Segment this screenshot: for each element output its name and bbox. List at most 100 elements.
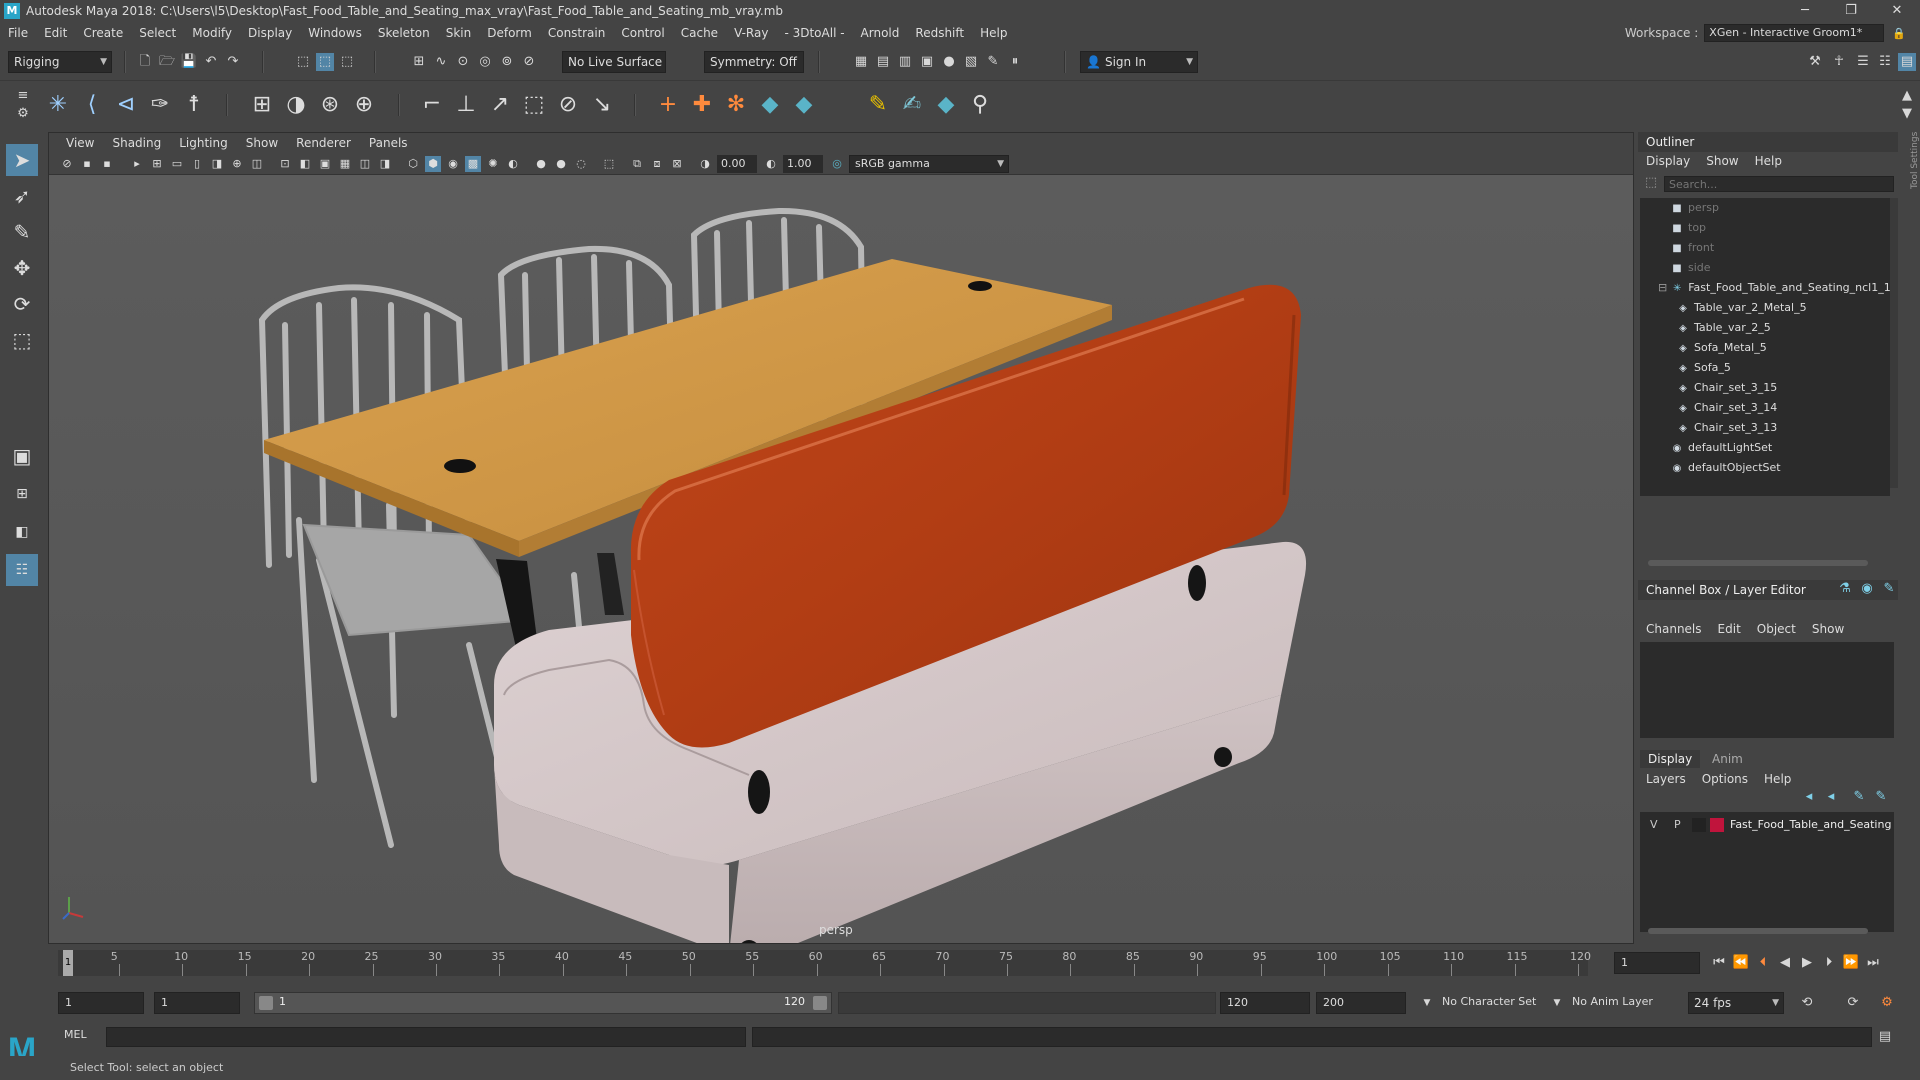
layer-reference-toggle[interactable] — [1692, 818, 1706, 832]
current-frame-marker[interactable]: 1 — [63, 950, 73, 976]
outliner-scrollbar[interactable] — [1890, 198, 1898, 488]
layer-menu-help[interactable]: Help — [1756, 772, 1799, 786]
character-icon[interactable]: ◆ — [790, 90, 818, 120]
menu-select[interactable]: Select — [131, 26, 184, 40]
shelf-scroll-up-icon[interactable]: ▲ — [1898, 87, 1916, 105]
layer-playback-toggle[interactable]: P — [1674, 818, 1681, 831]
use-lights-icon[interactable]: ◫ — [357, 156, 373, 172]
modeling-toolkit-icon[interactable]: ⚒ — [1806, 53, 1824, 71]
script-editor-icon[interactable]: ▤ — [1876, 1028, 1894, 1046]
time-slider-track[interactable]: 1 5 10 15 20 25 30 35 40 45 50 55 60 65 70 75 80 85 90 95 10… — [58, 950, 1591, 976]
menu-vray[interactable]: V-Ray — [726, 26, 776, 40]
quick-rig-icon[interactable]: ✻ — [722, 90, 750, 120]
constraint-pole-icon[interactable]: ↘ — [588, 90, 616, 120]
smooth-shade-icon[interactable]: ◧ — [297, 156, 313, 172]
pause-icon[interactable]: ⏸ — [1006, 53, 1024, 71]
fps-dropdown[interactable]: 24 fps ▼ — [1688, 992, 1784, 1014]
symmetry-dropdown[interactable]: Symmetry: Off — [704, 51, 804, 73]
play-forward-icon[interactable]: ▶ — [1798, 954, 1816, 972]
viewport-menu-show[interactable]: Show — [237, 136, 287, 150]
outliner-search-input[interactable] — [1664, 176, 1894, 192]
step-forward-key-icon[interactable]: ⏩ — [1842, 954, 1860, 972]
menu-display[interactable]: Display — [240, 26, 300, 40]
snap-surface-icon[interactable]: ⊚ — [498, 53, 516, 71]
outliner-filter-icon[interactable]: ⬚ — [1642, 174, 1660, 192]
outliner-item-light-set[interactable]: ◉ defaultLightSet — [1670, 438, 1773, 458]
exposure-field[interactable]: 0.00 — [717, 155, 757, 173]
play-backward-icon[interactable]: ◀ — [1776, 954, 1794, 972]
move-layer-down-icon[interactable]: ◂ — [1822, 788, 1840, 806]
character-set-dropdown[interactable]: No Character Set — [1436, 992, 1564, 1014]
outliner-item-chair-15[interactable]: ◈ Chair_set_3_15 — [1676, 378, 1777, 398]
outliner-menu-display[interactable]: Display — [1638, 154, 1698, 168]
ik-handle-icon[interactable]: ⟨ — [78, 90, 106, 120]
constraint-point-icon[interactable]: ⊥ — [452, 90, 480, 120]
end-time-field[interactable]: 200 — [1316, 992, 1406, 1014]
grid-icon[interactable]: ⊞ — [149, 156, 165, 172]
character-set-arrow-icon[interactable]: ▼ — [1418, 994, 1436, 1012]
gate-mask-icon[interactable]: ◨ — [209, 156, 225, 172]
outliner-item-chair-13[interactable]: ◈ Chair_set_3_13 — [1676, 418, 1777, 438]
render-settings-icon[interactable]: ▣ — [918, 53, 936, 71]
constraint-orient-icon[interactable]: ↗ — [486, 90, 514, 120]
textured-icon[interactable]: ▦ — [337, 156, 353, 172]
layer-menu-options[interactable]: Options — [1694, 772, 1756, 786]
colorspace-dropdown[interactable]: sRGB gamma ▼ — [849, 155, 1009, 173]
viewport-menu-panels[interactable]: Panels — [360, 136, 417, 150]
field-chart-icon[interactable]: ⊕ — [229, 156, 245, 172]
snap-plane-icon[interactable]: ⊘ — [520, 53, 538, 71]
select-object-icon[interactable]: ⬚ — [316, 53, 334, 71]
anti-alias-icon[interactable]: ● — [553, 156, 569, 172]
vray-render-icon[interactable]: ✎ — [984, 53, 1002, 71]
outliner-item-persp[interactable]: ■ persp — [1670, 198, 1719, 218]
scale-tool-icon[interactable]: ⬚ — [6, 324, 38, 356]
viewport-menu-view[interactable]: View — [57, 136, 103, 150]
color-management-icon[interactable]: ◎ — [829, 156, 845, 172]
maximize-button[interactable]: ❐ — [1828, 0, 1874, 22]
live-surface-dropdown[interactable]: No Live Surface — [562, 51, 666, 73]
lasso-tool-icon[interactable]: ➶ — [6, 180, 38, 212]
new-layer-icon[interactable]: ✎ — [1850, 788, 1868, 806]
minimize-button[interactable]: ─ — [1782, 0, 1828, 22]
image-plane-icon[interactable]: ▸ — [129, 156, 145, 172]
camera-attributes-icon[interactable]: ⊘ — [59, 156, 75, 172]
step-forward-frame-icon[interactable]: ⏵ — [1820, 954, 1838, 972]
rotate-tool-icon[interactable]: ⟳ — [6, 288, 38, 320]
layer-name[interactable]: Fast_Food_Table_and_Seating — [1730, 818, 1891, 831]
move-tool-icon[interactable]: ✥ — [6, 252, 38, 284]
render-frame-icon[interactable]: ▦ — [852, 53, 870, 71]
gamma-field[interactable]: 1.00 — [783, 155, 823, 173]
paint-select-icon[interactable]: ✎ — [6, 216, 38, 248]
hypershade-icon[interactable]: ● — [940, 53, 958, 71]
outliner-layout-icon[interactable]: ☷ — [6, 554, 38, 586]
undo-icon[interactable]: ↶ — [202, 53, 220, 71]
anim-layer-dropdown[interactable]: No Anim Layer — [1566, 992, 1674, 1014]
xray-icon[interactable]: ⬡ — [405, 156, 421, 172]
shelf-scroll-down-icon[interactable]: ▼ — [1898, 105, 1916, 123]
bind-skin-icon[interactable]: ⊞ — [248, 90, 276, 120]
outliner-item-table-metal[interactable]: ◈ Table_var_2_Metal_5 — [1676, 298, 1806, 318]
channel-box-icon-a[interactable]: ⚗ — [1836, 580, 1854, 598]
render-sequence-icon[interactable]: ▤ — [874, 53, 892, 71]
camera-lock-icon[interactable]: ▪ — [79, 156, 95, 172]
gamma-icon[interactable]: ◐ — [763, 156, 779, 172]
four-view-icon[interactable]: ⊞ — [6, 478, 38, 510]
range-slider[interactable]: 1 120 — [254, 992, 832, 1014]
select-component-icon[interactable]: ⬚ — [338, 53, 356, 71]
step-back-frame-icon[interactable]: ⏴ — [1754, 954, 1772, 972]
channel-box-area[interactable] — [1640, 642, 1894, 738]
menu-control[interactable]: Control — [613, 26, 672, 40]
playback-start-field[interactable]: 1 — [154, 992, 240, 1014]
command-input[interactable] — [106, 1027, 746, 1047]
workspace-dropdown[interactable]: XGen - Interactive Groom1* — [1704, 24, 1885, 42]
lights-icon[interactable]: ✺ — [485, 156, 501, 172]
isolate-select-icon[interactable]: ⬚ — [601, 156, 617, 172]
outliner-item-table[interactable]: ◈ Table_var_2_5 — [1676, 318, 1771, 338]
outliner-menu-show[interactable]: Show — [1698, 154, 1746, 168]
auto-key-icon[interactable]: ⟳ — [1844, 994, 1862, 1012]
current-frame-field[interactable]: 1 — [1614, 952, 1700, 974]
shelf-settings-icon[interactable]: ⚙ — [14, 105, 32, 123]
channel-box-icon-b[interactable]: ◉ — [1858, 580, 1876, 598]
redo-icon[interactable]: ↷ — [224, 53, 242, 71]
goto-start-icon[interactable]: ⏮ — [1710, 954, 1728, 972]
